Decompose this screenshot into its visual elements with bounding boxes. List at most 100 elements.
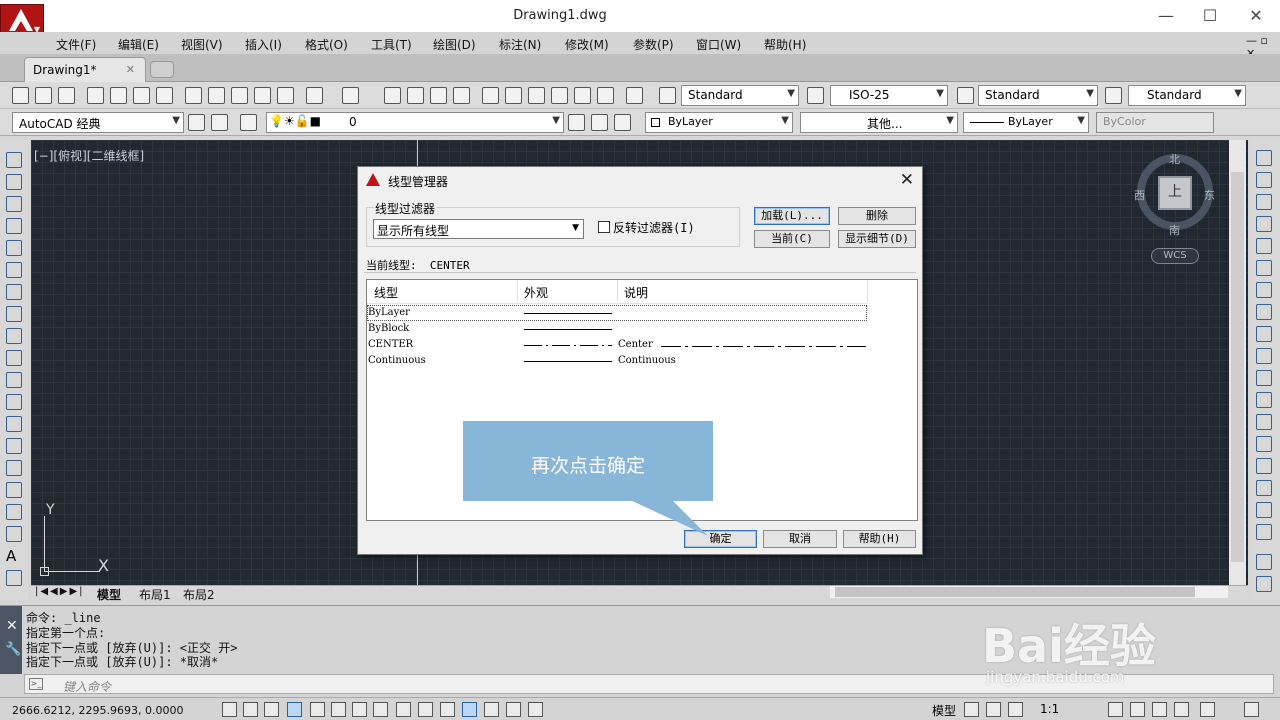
chamfer-icon[interactable] (1256, 458, 1272, 474)
make-current-layer-icon[interactable] (568, 114, 585, 131)
horizontal-scroll-thumb[interactable] (835, 587, 1195, 597)
annotation-visibility-icon[interactable] (1108, 702, 1123, 717)
copy-object-icon[interactable] (1256, 172, 1272, 188)
quickcalc-icon[interactable] (597, 87, 614, 104)
color-select[interactable]: ByLayer ▼ (645, 112, 793, 133)
menu-modify[interactable]: 修改(M) (565, 36, 609, 53)
tab-layout2[interactable]: 布局2 (183, 586, 215, 603)
linetype-row[interactable]: Continuous Continuous (367, 353, 867, 369)
infer-constraints-icon[interactable] (222, 702, 237, 717)
publish-icon[interactable] (133, 87, 150, 104)
line-icon[interactable] (6, 152, 22, 168)
menu-view[interactable]: 视图(V) (181, 36, 223, 53)
polar-tracking-icon[interactable] (310, 702, 325, 717)
open-file-icon[interactable] (35, 87, 52, 104)
arc-icon[interactable] (6, 262, 22, 278)
array-icon[interactable] (1256, 238, 1272, 254)
linetype-select[interactable]: 其他... ▼ (800, 112, 958, 133)
trim-icon[interactable] (1256, 348, 1272, 364)
layer-select[interactable]: 💡☀🔓■ 0 ▼ (266, 112, 564, 133)
quick-view-drawings-icon[interactable] (986, 702, 1001, 717)
maximize-button[interactable]: ☐ (1200, 6, 1220, 26)
set-current-button[interactable]: 当前(C) (754, 230, 830, 248)
layer-match-icon[interactable] (614, 114, 631, 131)
wrench-icon[interactable]: 🔧 (5, 642, 21, 657)
point-icon[interactable] (6, 438, 22, 454)
zoom-previous-icon[interactable] (453, 87, 470, 104)
quick-properties-icon[interactable] (484, 702, 499, 717)
blend-curves-icon[interactable] (1256, 502, 1272, 518)
hardware-acceleration-icon[interactable] (1174, 702, 1189, 717)
workspace-settings-icon[interactable] (188, 114, 205, 131)
linetype-row[interactable]: ByBlock (367, 321, 867, 337)
workspace-switching-icon[interactable] (1130, 702, 1145, 717)
layer-properties-icon[interactable] (240, 114, 257, 131)
document-tab[interactable]: Drawing1* ✕ (24, 57, 146, 82)
transparency-icon[interactable] (462, 702, 477, 717)
extend-icon[interactable] (1256, 370, 1272, 386)
copy-icon[interactable] (208, 87, 225, 104)
ellipse-arc-icon[interactable] (6, 372, 22, 388)
region-icon[interactable] (6, 504, 22, 520)
redo-icon[interactable] (342, 87, 359, 104)
erase-icon[interactable] (1256, 150, 1272, 166)
save-icon[interactable] (58, 87, 75, 104)
move-icon[interactable] (1256, 260, 1272, 276)
circle-icon[interactable] (6, 284, 22, 300)
layer-previous-icon[interactable] (591, 114, 608, 131)
mirror-icon[interactable] (1256, 194, 1272, 210)
menu-parameter[interactable]: 参数(P) (633, 36, 674, 53)
draw-order-icon[interactable] (1256, 554, 1272, 570)
column-header-appearance[interactable]: 外观 (524, 284, 548, 301)
snap-mode-icon[interactable] (243, 702, 258, 717)
multiline-text-icon[interactable]: A (6, 548, 22, 564)
close-icon[interactable]: ✕ (900, 170, 914, 190)
lineweight-select[interactable]: ByLayer ▼ (963, 112, 1089, 133)
compass-south[interactable]: 南 (1169, 222, 1180, 238)
table-icon[interactable] (6, 526, 22, 542)
close-icon[interactable]: ✕ (6, 618, 18, 634)
cut-icon[interactable] (185, 87, 202, 104)
draw-order-back-icon[interactable] (1256, 576, 1272, 592)
maximize-viewport-icon[interactable] (1008, 702, 1023, 717)
polyline-icon[interactable] (6, 196, 22, 212)
grid-display-icon[interactable] (264, 702, 279, 717)
help-button[interactable]: 帮助(H) (843, 530, 916, 548)
paste-block-icon[interactable] (254, 87, 271, 104)
customization-icon[interactable] (1244, 702, 1259, 717)
hatch-icon[interactable] (6, 460, 22, 476)
command-prompt-icon[interactable]: >_ (29, 678, 43, 690)
scale-icon[interactable] (1256, 304, 1272, 320)
help-icon[interactable] (626, 87, 643, 104)
text-style-icon[interactable] (659, 87, 676, 104)
compass-west[interactable]: 西 (1134, 187, 1145, 203)
spline-icon[interactable] (6, 328, 22, 344)
object-snap-icon[interactable] (352, 702, 367, 717)
match-properties-icon[interactable] (277, 87, 294, 104)
show-details-button[interactable]: 显示细节(D) (838, 230, 916, 248)
minimize-button[interactable]: — (1156, 6, 1176, 26)
invert-filter-checkbox[interactable] (598, 221, 610, 233)
new-tab-button[interactable] (150, 61, 174, 78)
stretch-icon[interactable] (1256, 326, 1272, 342)
dynamic-input-icon[interactable] (418, 702, 433, 717)
gradient-icon[interactable] (6, 482, 22, 498)
cancel-button[interactable]: 取消 (763, 530, 837, 548)
offset-icon[interactable] (1256, 216, 1272, 232)
menu-edit[interactable]: 编辑(E) (118, 36, 159, 53)
polygon-icon[interactable] (6, 218, 22, 234)
make-block-icon[interactable] (6, 416, 22, 432)
break-icon[interactable] (1256, 414, 1272, 430)
selection-cycling-icon[interactable] (506, 702, 521, 717)
zoom-realtime-icon[interactable] (407, 87, 424, 104)
menu-help[interactable]: 帮助(H) (764, 36, 806, 53)
linetype-row[interactable]: ByLayer (367, 305, 867, 321)
compass-north[interactable]: 北 (1169, 151, 1180, 167)
print-icon[interactable] (87, 87, 104, 104)
text-style-select[interactable]: Standard ▼ (681, 85, 799, 106)
design-center-icon[interactable] (505, 87, 522, 104)
linetype-row[interactable]: CENTER Center (367, 337, 867, 353)
viewport-controls[interactable]: [−][俯视][二维线框] (34, 147, 144, 164)
menu-tools[interactable]: 工具(T) (371, 36, 412, 53)
viewcube-top-face[interactable]: 上 (1158, 176, 1192, 210)
